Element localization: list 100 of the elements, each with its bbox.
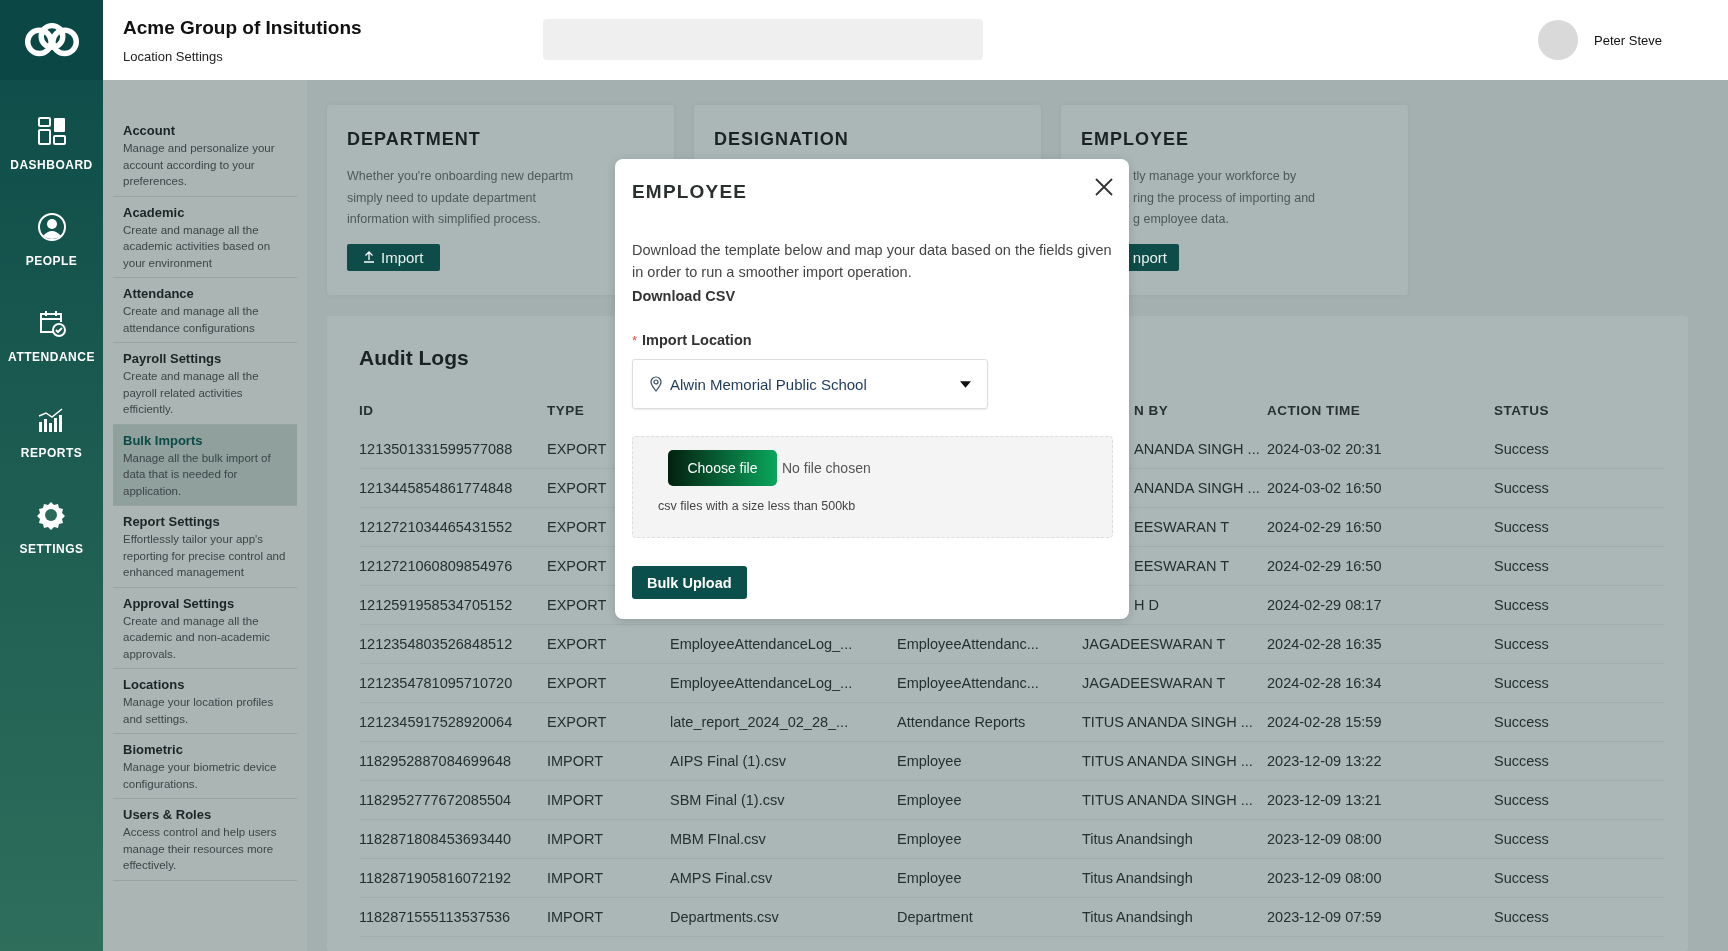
logo-icon <box>22 22 81 58</box>
table-cell-text: 1212721034465431552 <box>359 519 514 535</box>
settings-item[interactable]: Account Manage and personalize your account according to your preferences. <box>113 115 297 197</box>
table-cell-text: Titus Anandsingh <box>1082 909 1194 925</box>
avatar[interactable] <box>1538 20 1579 60</box>
column-header: N BY <box>1134 402 1170 418</box>
table-cell-text: Success <box>1494 636 1550 652</box>
required-mark: * <box>632 333 638 348</box>
settings-item[interactable]: Users & Roles Access control and help users manage their resources more effectively. <box>113 799 297 881</box>
table-cell-text: EXPORT <box>547 597 608 613</box>
table-cell-text: 1212721060809854976 <box>359 558 514 574</box>
table-cell-text: IMPORT <box>547 870 605 886</box>
settings-item[interactable]: Report Settings Effortlessly tailor your app's reporting for precise control and enhanced management <box>113 506 297 588</box>
table-cell-text: Employee <box>897 753 963 769</box>
table-cell-text: 1212591958534705152 <box>359 597 514 613</box>
nav-item[interactable]: ATTENDANCE <box>8 308 95 364</box>
table-cell-text: Departments.csv <box>670 909 780 925</box>
nav-item[interactable]: REPORTS <box>20 404 83 460</box>
table-cell-text: IMPORT <box>547 909 605 925</box>
table-cell-text: H D <box>1134 597 1160 613</box>
table-cell-text: Titus Anandsingh <box>1082 831 1194 847</box>
table-cell-text: late_report_2024_02_28_... <box>670 714 850 730</box>
table-cell-text: TITUS ANANDA SINGH ... <box>1082 792 1254 808</box>
table-cell-text: Success <box>1494 675 1550 691</box>
table-cell-text: 2024-03-02 16:50 <box>1267 480 1383 496</box>
user-name: Peter Steve <box>1594 32 1662 48</box>
table-cell-text: 1212354803526848512 <box>359 636 514 652</box>
field-label: Import Location <box>642 332 752 348</box>
nav-item[interactable]: DASHBOARD <box>10 116 93 172</box>
table-cell-text: TITUS ANANDA SINGH ... <box>1082 753 1254 769</box>
table-cell-text: 2024-02-28 15:59 <box>1267 714 1383 730</box>
table-cell-text: 1212354781095710720 <box>359 675 514 691</box>
table-cell-text: AIPS Final (1).csv <box>670 753 788 769</box>
bulk-upload-button[interactable]: Bulk Upload <box>632 566 747 599</box>
location-select[interactable]: Alwin Memorial Public School <box>632 359 988 409</box>
settings-item[interactable]: Academic Create and manage all the academic activities based on your environment <box>113 196 297 278</box>
dialog-title: EMPLOYEE <box>632 181 748 203</box>
choose-file-button[interactable]: Choose file <box>668 450 777 486</box>
table-cell-text: MBM FInal.csv <box>670 831 767 847</box>
card-title: EMPLOYEE <box>1081 129 1191 150</box>
table-cell-text: JAGADEESWARAN T <box>1082 636 1227 652</box>
settings-item[interactable]: Approval Settings Create and manage all the academic and non-academic approvals. <box>113 587 297 669</box>
table-cell-text: Success <box>1494 870 1550 886</box>
upload-icon <box>363 251 375 264</box>
table-cell-text: SBM Final (1).csv <box>670 792 786 808</box>
nav-item[interactable]: PEOPLE <box>25 212 78 268</box>
table-cell-text: 2023-12-09 07:59 <box>1267 909 1383 925</box>
table-cell-text: IMPORT <box>547 792 605 808</box>
import-button[interactable]: Import <box>347 243 440 271</box>
table-cell-text: 1182871808453693440 <box>359 831 513 847</box>
app-title: Acme Group of Insitutions <box>123 16 363 39</box>
table-cell-text: Success <box>1494 597 1550 613</box>
table-cell-text: Employee <box>897 792 963 808</box>
table-cell-text: 2023-12-09 08:00 <box>1267 831 1383 847</box>
settings-item[interactable]: Bulk Imports Manage all the bulk import of data that is needed for application. <box>113 424 297 506</box>
table-cell-text: Success <box>1494 519 1550 535</box>
download-link[interactable]: Download CSV <box>632 288 736 304</box>
gear-icon <box>36 500 67 530</box>
table-cell-text: Titus Anandsingh <box>1082 870 1194 886</box>
table-cell-text: Success <box>1494 441 1550 457</box>
table-cell-text: 1212345917528920064 <box>359 714 514 730</box>
table-cell-text: 2024-02-28 16:34 <box>1267 675 1383 691</box>
table-cell-text: Success <box>1494 831 1550 847</box>
settings-item[interactable]: Locations Manage your location profiles and settings. <box>113 669 297 734</box>
table-cell-text: EXPORT <box>547 480 608 496</box>
settings-item[interactable]: Attendance Create and manage all the attendance configurations <box>113 278 297 343</box>
card-description: information with simplified process. <box>347 211 542 228</box>
table-cell-text: TITUS ANANDA SINGH ... <box>1082 714 1254 730</box>
table-cell-text: 2024-02-29 16:50 <box>1267 519 1383 535</box>
close-icon[interactable] <box>1094 177 1114 197</box>
caret-icon <box>960 380 971 388</box>
table-cell-text: Success <box>1494 753 1550 769</box>
table-cell-text: EXPORT <box>547 441 608 457</box>
page-subtitle: Location Settings <box>123 48 224 64</box>
card-description: ring the process of importing and <box>1133 189 1317 207</box>
table-cell-text: 2024-02-29 08:17 <box>1267 597 1383 613</box>
table-cell-text: Success <box>1494 792 1550 808</box>
settings-item[interactable]: Biometric Manage your biometric device configurations. <box>113 734 297 799</box>
table-cell-text: EmployeeAttendanc... <box>897 636 1040 652</box>
upload-hint: csv files with a size less than 500kb <box>658 499 857 513</box>
person-icon <box>36 212 67 242</box>
table-cell-text: 1182871905816072192 <box>359 870 513 886</box>
table-cell-text: 2023-12-09 13:22 <box>1267 753 1383 769</box>
column-header: TYPE <box>547 402 586 418</box>
table-cell-text: IMPORT <box>547 753 605 769</box>
table-cell-text: 2024-03-02 20:31 <box>1267 441 1383 457</box>
table-cell-text: EmployeeAttendanceLog_... <box>670 636 854 652</box>
table-cell-text: Success <box>1494 909 1550 925</box>
location-pin-icon <box>650 376 662 392</box>
audit-title: Audit Logs <box>359 346 469 369</box>
column-header: ACTION TIME <box>1267 402 1362 418</box>
column-header: STATUS <box>1494 402 1550 418</box>
table-cell-text: 2024-02-28 16:35 <box>1267 636 1383 652</box>
table-cell-text: 1182871555113537536 <box>359 909 512 925</box>
settings-item[interactable]: Payroll Settings Create and manage all the payroll related activities efficiently. <box>113 343 297 425</box>
nav-item[interactable]: SETTINGS <box>19 500 84 556</box>
table-cell-text: EESWARAN T <box>1134 558 1231 574</box>
table-cell-text: EESWARAN T <box>1134 519 1231 535</box>
card-description: tly manage your workforce by <box>1133 168 1298 185</box>
table-cell-text: EXPORT <box>547 558 608 574</box>
